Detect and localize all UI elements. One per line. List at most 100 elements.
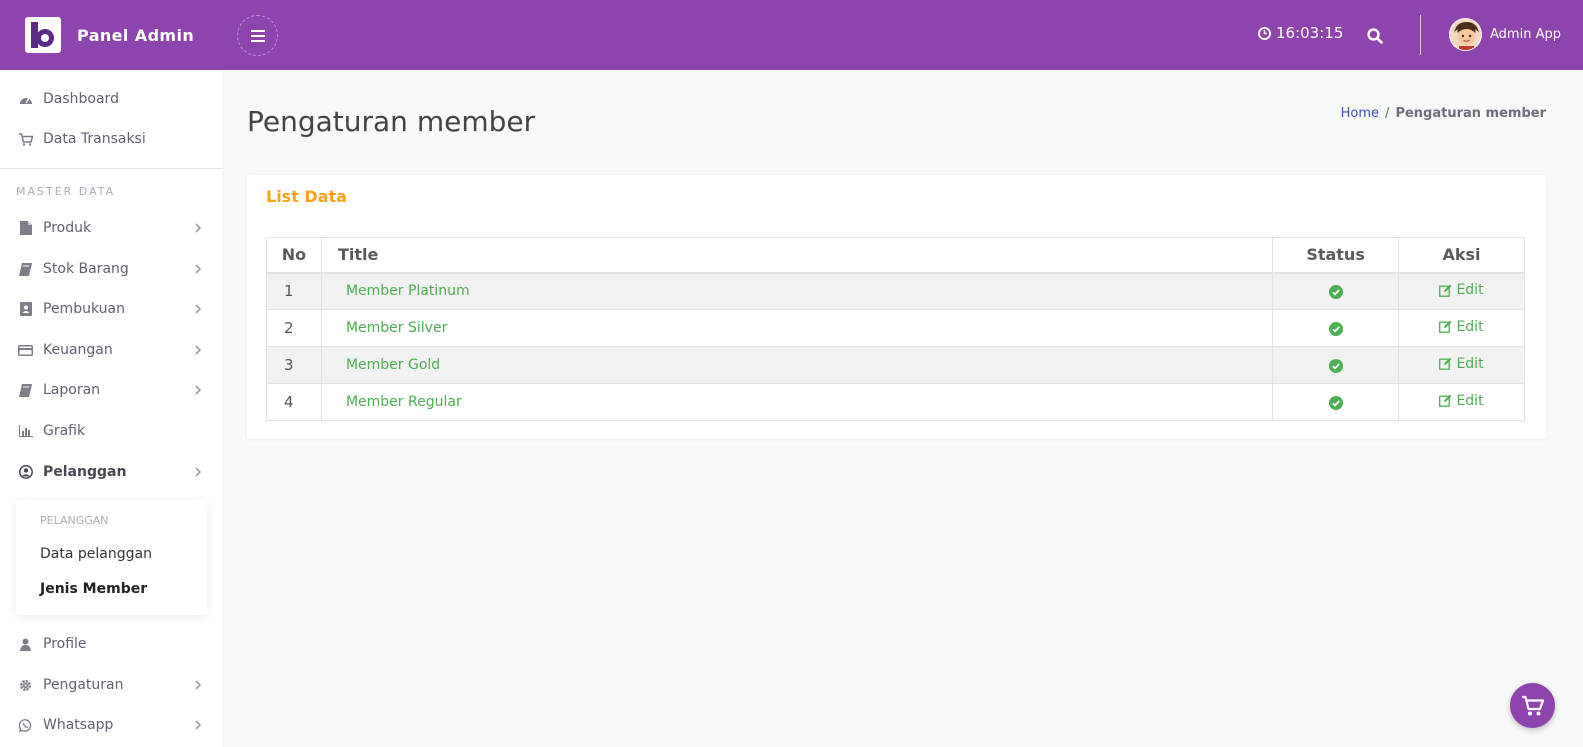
sidebar-item-keuangan[interactable]: Keuangan <box>0 330 223 370</box>
sidebar-item-label: Produk <box>43 220 92 236</box>
file-icon <box>18 221 33 236</box>
search-button[interactable] <box>1364 25 1386 47</box>
edit-button[interactable]: Edit <box>1439 393 1484 409</box>
user-menu[interactable]: Admin App <box>1449 18 1561 51</box>
cart-icon <box>18 132 33 147</box>
sidebar-item-label: Pelanggan <box>43 464 127 480</box>
sidebar-item-label: Pengaturan <box>43 677 124 693</box>
brand-name: Panel Admin <box>77 25 195 45</box>
edit-label: Edit <box>1456 318 1484 335</box>
credit-card-icon <box>18 343 33 358</box>
user-name: Admin App <box>1490 27 1561 42</box>
column-header-aksi: Aksi <box>1398 237 1525 274</box>
hamburger-icon <box>250 29 265 42</box>
row-number: 3 <box>266 346 322 384</box>
column-header-status: Status <box>1272 237 1400 274</box>
row-title: Member Gold <box>320 346 1274 384</box>
sidebar-item-label: Stok Barang <box>43 261 129 277</box>
row-title: Member Platinum <box>320 272 1274 310</box>
menu-toggle-button[interactable] <box>237 15 278 56</box>
row-number: 1 <box>266 272 322 310</box>
user-circle-icon <box>18 465 33 480</box>
sidebar-item-label: Data Transaksi <box>43 131 146 147</box>
header-clock: 16:03:15 <box>1258 24 1343 42</box>
chevron-right-icon <box>195 680 202 690</box>
chevron-right-icon <box>195 467 202 477</box>
sidebar-item-label: Profile <box>43 636 87 652</box>
gear-icon <box>18 678 33 693</box>
brand[interactable]: Panel Admin <box>0 0 223 70</box>
sidebar-item-data-transaksi[interactable]: Data Transaksi <box>0 119 223 159</box>
clock-icon <box>1258 26 1271 40</box>
sidebar-item-pengaturan[interactable]: Pengaturan <box>0 665 223 705</box>
row-title: Member Regular <box>320 383 1274 421</box>
sidebar-item-grafik[interactable]: Grafik <box>0 411 223 451</box>
clock-time: 16:03:15 <box>1276 24 1344 42</box>
sidebar-item-label: Keuangan <box>43 342 113 358</box>
edit-icon <box>1439 358 1452 371</box>
chevron-right-icon <box>195 345 202 355</box>
sidebar-item-stok-barang[interactable]: Stok Barang <box>0 249 223 289</box>
brand-logo <box>25 17 61 53</box>
breadcrumb-home-link[interactable]: Home <box>1341 106 1379 121</box>
edit-button[interactable]: Edit <box>1439 282 1484 298</box>
top-bar: Panel Admin 16:03:15 Admin App <box>0 0 1583 70</box>
cart-icon <box>1521 695 1544 715</box>
row-actions: Edit <box>1398 346 1525 384</box>
table-row: 4 Member Regular Edit <box>266 383 1525 421</box>
row-status <box>1272 272 1400 310</box>
sidebar-item-label: Dashboard <box>43 91 119 107</box>
list-data-card: List Data No Title Status Aksi 1 Member … <box>247 175 1546 439</box>
breadcrumb-separator: / <box>1385 106 1390 121</box>
sidebar-item-profile[interactable]: Profile <box>0 624 223 664</box>
page-title: Pengaturan member <box>247 105 536 138</box>
chevron-right-icon <box>195 385 202 395</box>
submenu-item-jenis-member[interactable]: Jenis Member <box>40 581 147 597</box>
chevron-right-icon <box>195 264 202 274</box>
sidebar-item-pelanggan[interactable]: Pelanggan <box>0 452 223 492</box>
edit-icon <box>1439 284 1452 297</box>
row-actions: Edit <box>1398 309 1525 347</box>
row-title: Member Silver <box>320 309 1274 347</box>
edit-icon <box>1439 321 1452 334</box>
breadcrumb: Home / Pengaturan member <box>1341 106 1546 121</box>
submenu-item-data-pelanggan[interactable]: Data pelanggan <box>40 546 152 562</box>
column-header-no: No <box>266 237 322 274</box>
edit-button[interactable]: Edit <box>1439 318 1484 335</box>
edit-button[interactable]: Edit <box>1439 355 1484 372</box>
table-row: 1 Member Platinum Edit <box>266 272 1525 310</box>
whatsapp-icon <box>18 718 33 733</box>
dashboard-icon <box>18 92 33 107</box>
header-divider <box>1420 15 1421 55</box>
column-header-title: Title <box>320 237 1274 274</box>
check-circle-icon <box>1328 358 1343 373</box>
sidebar-item-label: Pembukuan <box>43 301 125 317</box>
table-row: 2 Member Silver Edit <box>266 309 1525 347</box>
check-circle-icon <box>1328 284 1343 299</box>
user-icon <box>18 637 33 652</box>
sidebar-item-dashboard[interactable]: Dashboard <box>0 79 223 119</box>
sidebar-item-laporan[interactable]: Laporan <box>0 370 223 410</box>
sidebar-item-label: Whatsapp <box>43 717 114 733</box>
avatar <box>1449 18 1482 51</box>
search-icon <box>1367 28 1383 44</box>
sidebar: Dashboard Data Transaksi MASTER DATA Pro… <box>0 70 224 747</box>
row-number: 2 <box>266 309 322 347</box>
table-row: 3 Member Gold Edit <box>266 346 1525 384</box>
chevron-right-icon <box>195 223 202 233</box>
sidebar-item-pembukuan[interactable]: Pembukuan <box>0 289 223 329</box>
sidebar-item-whatsapp[interactable]: Whatsapp <box>0 705 223 745</box>
row-actions: Edit <box>1398 383 1525 421</box>
sidebar-item-label: Grafik <box>43 423 86 439</box>
chevron-right-icon <box>195 720 202 730</box>
sidebar-item-produk[interactable]: Produk <box>0 208 223 248</box>
book-icon <box>18 383 33 398</box>
submenu-header: PELANGGAN <box>40 514 109 527</box>
member-table: No Title Status Aksi 1 Member Platinum E… <box>266 237 1525 421</box>
edit-label: Edit <box>1456 355 1484 372</box>
bar-chart-icon <box>18 424 33 439</box>
sidebar-section-label: MASTER DATA <box>16 185 116 198</box>
breadcrumb-current: Pengaturan member <box>1395 106 1546 121</box>
floating-cart-button[interactable] <box>1510 683 1555 728</box>
edit-icon <box>1439 395 1452 408</box>
